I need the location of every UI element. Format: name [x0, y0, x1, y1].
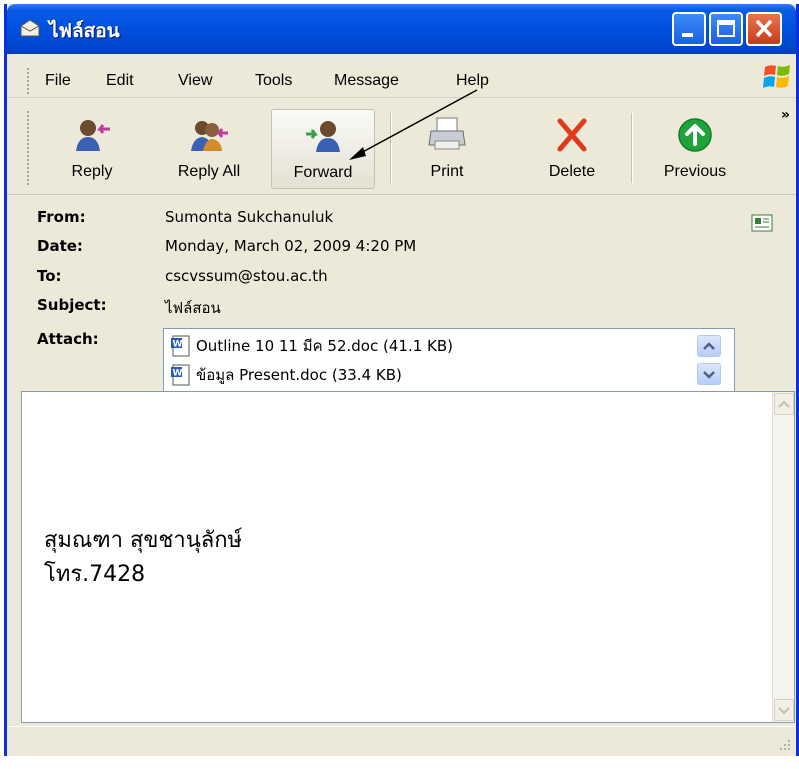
attachments-scroll-down-button[interactable] [697, 363, 721, 385]
status-bar [7, 726, 796, 756]
to-value: cscvssum@stou.ac.th [165, 267, 328, 285]
attachments-scroll-up-button[interactable] [697, 335, 721, 357]
chevron-down-icon [778, 707, 790, 715]
body-signature-name: สุมณฑา สุขชานุลักษ์ [44, 528, 243, 553]
svg-text:W: W [173, 340, 183, 350]
scroll-down-button[interactable] [774, 699, 794, 721]
word-document-icon: W [171, 364, 190, 386]
date-value: Monday, March 02, 2009 4:20 PM [165, 237, 417, 255]
to-label: To: [37, 267, 62, 285]
scroll-up-button[interactable] [774, 393, 794, 415]
chevron-down-icon [703, 371, 715, 379]
from-label: From: [37, 208, 86, 226]
message-body[interactable]: สุมณฑา สุขชานุลักษ์ โทร.7428 [21, 391, 795, 723]
annotation-arrow [349, 89, 478, 160]
resize-grip-icon[interactable] [778, 738, 792, 752]
from-value: Sumonta Sukchanuluk [165, 208, 334, 226]
contact-card-icon[interactable] [751, 213, 773, 233]
attachment-name: ข้อมูล Present.doc (33.4 KB) [196, 366, 402, 384]
subject-value: ไฟล์สอน [165, 299, 221, 317]
chevron-up-icon [778, 400, 790, 408]
attach-label: Attach: [37, 330, 99, 348]
svg-text:W: W [173, 369, 183, 379]
body-scrollbar[interactable] [772, 392, 794, 722]
attachments-list[interactable]: W Outline 10 11 มีค 52.doc (41.1 KB) W ข… [163, 328, 735, 394]
attachment-item[interactable]: W ข้อมูล Present.doc (33.4 KB) [170, 362, 402, 388]
message-header: From: Sumonta Sukchanuluk Date: Monday, … [7, 195, 796, 394]
email-window: ไฟล์สอน File Edit View Tools Message Hel… [4, 4, 799, 756]
attachment-item[interactable]: W Outline 10 11 มีค 52.doc (41.1 KB) [170, 333, 453, 359]
word-document-icon: W [171, 335, 190, 357]
subject-label: Subject: [37, 296, 107, 314]
date-label: Date: [37, 237, 83, 255]
body-signature-phone: โทร.7428 [44, 562, 146, 587]
attachment-name: Outline 10 11 มีค 52.doc (41.1 KB) [196, 337, 453, 355]
chevron-up-icon [703, 342, 715, 350]
